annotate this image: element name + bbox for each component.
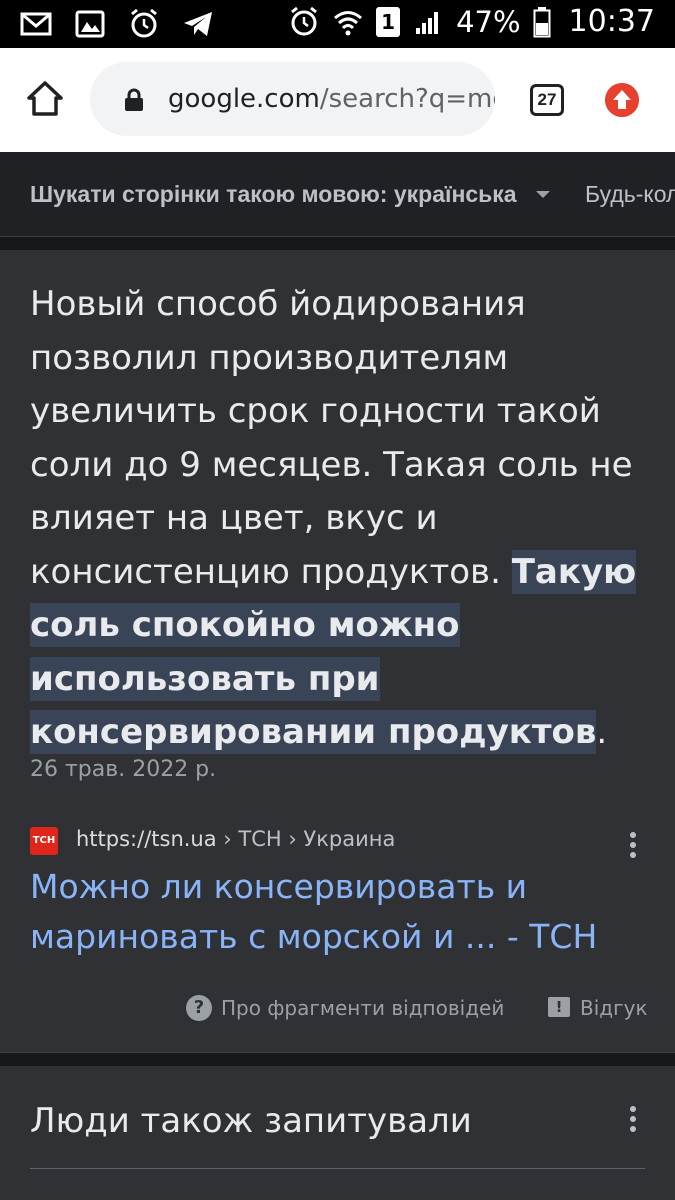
section-divider [0,236,675,250]
snippet-tail: . [596,712,608,752]
browser-toolbar: google.com/search?q=mo: 27 [0,48,675,152]
snippet-plain-text: Новый способ йодирования позволил произв… [30,284,633,592]
source-url: https://tsn.ua [76,827,217,851]
wifi-icon [334,10,363,35]
home-icon[interactable] [26,80,64,118]
people-also-ask-card: Люди також запитували [0,1066,675,1200]
divider [30,1168,645,1169]
people-also-ask-title: Люди також запитували [30,1101,472,1141]
feedback-link[interactable]: Відгук [580,996,648,1020]
chevron-down-icon[interactable] [536,191,550,198]
signal-icon [416,11,439,34]
gallery-icon [75,10,105,38]
update-icon[interactable] [605,83,639,117]
more-options-icon[interactable] [628,1106,638,1136]
snippet-footer: ? Про фрагменти відповідей ! Відгук [0,995,675,1025]
about-snippets-link[interactable]: Про фрагменти відповідей [221,996,504,1020]
telegram-icon [184,12,212,36]
more-options-icon[interactable] [628,832,638,862]
source-path: › ТСН › Украина [216,827,396,851]
site-favicon: ТСН [30,827,58,855]
section-divider [0,1052,675,1066]
battery-icon [533,6,551,37]
source-breadcrumb[interactable]: https://tsn.ua › ТСН › Украина [76,827,395,851]
result-title-link[interactable]: Можно ли консервировать и мариновать с м… [30,862,650,962]
clock: 10:37 [568,4,655,39]
alarm-icon [131,8,157,38]
lock-icon [125,88,143,111]
search-tools-bar: Шукати сторінки такою мовою: українська … [0,152,675,236]
status-notification-icons [20,8,214,40]
feedback-icon[interactable]: ! [548,997,570,1017]
address-bar[interactable]: google.com/search?q=mo: [90,62,495,136]
snippet-text: Новый способ йодирования позволил произв… [30,278,650,760]
time-filter[interactable]: Будь-коли [585,181,675,208]
alarm-icon [291,6,317,35]
url-path: /search?q=mo: [319,84,495,114]
url-host: google.com [168,84,320,114]
tab-switcher-button[interactable]: 27 [530,84,564,116]
status-bar: 1 47% 10:37 [0,0,675,48]
battery-percent: 47% [456,4,521,39]
snippet-date: 26 трав. 2022 р. [30,757,217,782]
featured-snippet-card: Новый способ йодирования позволил произв… [0,250,675,1052]
help-icon[interactable]: ? [186,995,212,1021]
url-text: google.com/search?q=mo: [168,84,495,114]
sim-slot-badge: 1 [376,6,401,37]
language-filter[interactable]: Шукати сторінки такою мовою: українська [30,181,517,208]
gmail-icon [20,12,52,36]
status-system-icons: 1 47% 10:37 [288,4,655,39]
